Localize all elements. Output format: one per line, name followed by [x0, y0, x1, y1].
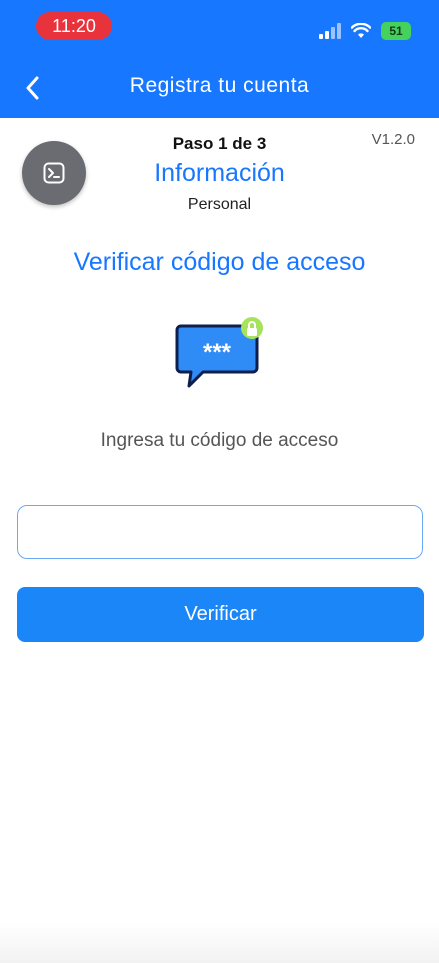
- version-label: V1.2.0: [371, 131, 415, 148]
- status-time: 11:20: [36, 12, 112, 40]
- status-bar: 11:20 51: [0, 0, 439, 52]
- app-header: 11:20 51 Registra tu cuenta: [0, 0, 439, 118]
- section-heading: Verificar código de acceso: [73, 248, 366, 276]
- page-title: Registra tu cuenta: [129, 74, 310, 97]
- nav-bar: Registra tu cuenta: [0, 60, 439, 118]
- step-indicator: Paso 1 de 3 V1.2.0 Información Personal: [0, 118, 439, 228]
- illustration-text: ***: [203, 339, 232, 366]
- step-title: Información: [154, 159, 285, 187]
- battery-icon: 51: [381, 22, 411, 40]
- step-subtitle: Personal: [187, 196, 252, 213]
- verify-button[interactable]: Verificar: [17, 587, 424, 642]
- status-icons: 51: [319, 20, 411, 42]
- access-code-input[interactable]: [17, 505, 423, 559]
- code-prompt: Ingresa tu código de acceso: [100, 430, 339, 451]
- locked-message-icon: ***: [175, 317, 263, 388]
- bottom-fade: [0, 923, 439, 963]
- wifi-icon: [351, 23, 371, 38]
- signal-icon: [319, 23, 341, 39]
